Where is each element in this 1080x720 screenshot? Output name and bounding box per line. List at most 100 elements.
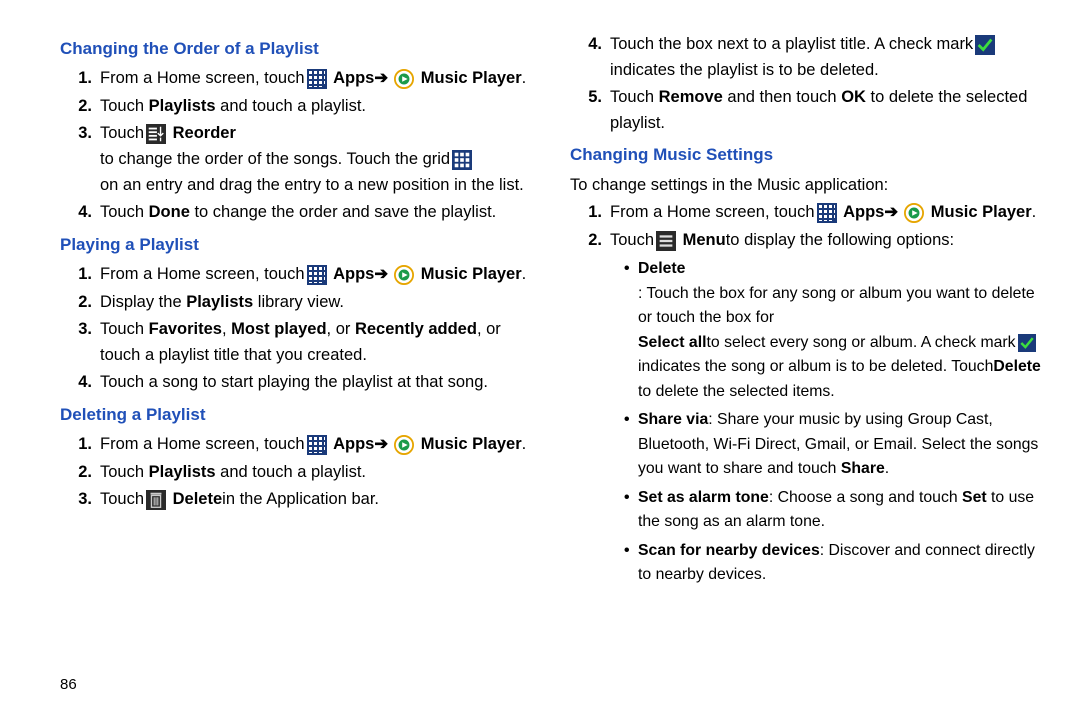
text: Touch bbox=[100, 487, 144, 513]
text: to delete the selected items. bbox=[638, 380, 835, 404]
text: Share via bbox=[638, 411, 708, 428]
apps-label: Apps bbox=[843, 200, 884, 226]
step: 4. Touch Done to change the order and sa… bbox=[60, 200, 540, 226]
text: to select every song or album. A check m… bbox=[707, 331, 1016, 355]
text: to display the following options: bbox=[726, 228, 954, 254]
text: and touch a playlist. bbox=[216, 463, 366, 481]
list-item: Set as alarm tone: Choose a song and tou… bbox=[624, 486, 1050, 535]
step: 2. Touch Playlists and touch a playlist. bbox=[60, 460, 540, 486]
text: Delete bbox=[993, 355, 1040, 379]
steps-settings: 1. From a Home screen, touch Apps ➔ Musi… bbox=[570, 200, 1050, 591]
text: library view. bbox=[253, 293, 344, 311]
text: Favorites bbox=[149, 320, 222, 338]
text: From a Home screen, touch bbox=[100, 262, 305, 288]
text: Touch bbox=[100, 203, 149, 221]
text: and touch a playlist. bbox=[216, 97, 366, 115]
text: Touch bbox=[100, 121, 144, 147]
text: OK bbox=[841, 88, 866, 106]
page-number: 86 bbox=[60, 673, 77, 696]
text: : Touch the box for any song or album yo… bbox=[638, 282, 1050, 331]
text: Touch bbox=[610, 88, 659, 106]
steps-playing: 1. From a Home screen, touch Apps ➔ Musi… bbox=[60, 262, 540, 396]
menu-icon bbox=[656, 231, 676, 251]
apps-label: Apps bbox=[333, 66, 374, 92]
apps-icon bbox=[307, 435, 327, 455]
music-player-icon bbox=[394, 265, 414, 285]
text: Remove bbox=[659, 88, 723, 106]
apps-icon bbox=[307, 265, 327, 285]
heading-settings: Changing Music Settings bbox=[570, 142, 1050, 168]
delete-icon bbox=[146, 490, 166, 510]
heading-deleting: Deleting a Playlist bbox=[60, 402, 540, 428]
text: Delete bbox=[638, 257, 685, 281]
text: Display the bbox=[100, 293, 186, 311]
step: 2. Display the Playlists library view. bbox=[60, 290, 540, 316]
music-player-icon bbox=[904, 203, 924, 223]
reorder-icon bbox=[146, 124, 166, 144]
arrow-icon: ➔ bbox=[374, 66, 392, 92]
step: 2. Touch Menu to display the following o… bbox=[570, 228, 1050, 592]
step: 1. From a Home screen, touch Apps ➔ Musi… bbox=[60, 66, 540, 92]
arrow-icon: ➔ bbox=[884, 200, 902, 226]
arrow-icon: ➔ bbox=[374, 432, 392, 458]
text: Touch bbox=[100, 320, 149, 338]
text: Select all bbox=[638, 331, 707, 355]
text: and then touch bbox=[723, 88, 841, 106]
text: Set bbox=[962, 489, 987, 506]
list-item: Share via: Share your music by using Gro… bbox=[624, 408, 1050, 481]
apps-label: Apps bbox=[333, 432, 374, 458]
step: 3. Touch Favorites, Most played, or Rece… bbox=[60, 317, 540, 368]
music-player-icon bbox=[394, 435, 414, 455]
steps-change-order: 1. From a Home screen, touch Apps ➔ Musi… bbox=[60, 66, 540, 225]
intro-text: To change settings in the Music applicat… bbox=[570, 173, 1050, 199]
grid-icon bbox=[452, 150, 472, 170]
text: : Choose a song and touch bbox=[769, 489, 962, 506]
heading-change-order: Changing the Order of a Playlist bbox=[60, 36, 540, 62]
apps-icon bbox=[817, 203, 837, 223]
list-item: Delete: Touch the box for any song or al… bbox=[624, 257, 1050, 404]
text: on an entry and drag the entry to a new … bbox=[100, 173, 524, 199]
text: Recently added bbox=[355, 320, 477, 338]
text: , or bbox=[327, 320, 355, 338]
music-player-label: Music Player bbox=[421, 262, 522, 288]
music-player-label: Music Player bbox=[421, 432, 522, 458]
step: 4.Touch a song to start playing the play… bbox=[60, 370, 540, 396]
apps-label: Apps bbox=[333, 262, 374, 288]
text: From a Home screen, touch bbox=[610, 200, 815, 226]
text: Playlists bbox=[149, 463, 216, 481]
text: Delete bbox=[173, 487, 223, 513]
step: 2. Touch Playlists and touch a playlist. bbox=[60, 94, 540, 120]
text: Scan for nearby devices bbox=[638, 542, 820, 559]
text: Touch bbox=[100, 97, 149, 115]
text: Playlists bbox=[149, 97, 216, 115]
check-icon bbox=[1018, 334, 1036, 352]
text: From a Home screen, touch bbox=[100, 432, 305, 458]
step: 3. Touch Delete in the Application bar. bbox=[60, 487, 540, 513]
music-player-label: Music Player bbox=[931, 200, 1032, 226]
music-player-label: Music Player bbox=[421, 66, 522, 92]
steps-deleting: 1. From a Home screen, touch Apps ➔ Musi… bbox=[60, 432, 540, 513]
text: Set as alarm tone bbox=[638, 489, 769, 506]
list-item: Scan for nearby devices: Discover and co… bbox=[624, 539, 1050, 588]
text: in the Application bar. bbox=[222, 487, 379, 513]
left-column: Changing the Order of a Playlist 1. From… bbox=[60, 30, 540, 598]
manual-page: Changing the Order of a Playlist 1. From… bbox=[0, 0, 1080, 618]
text: Share bbox=[841, 460, 885, 477]
arrow-icon: ➔ bbox=[374, 262, 392, 288]
text: indicates the song or album is to be del… bbox=[638, 355, 993, 379]
right-column: 4. Touch the box next to a playlist titl… bbox=[570, 30, 1050, 598]
text: From a Home screen, touch bbox=[100, 66, 305, 92]
step: 4. Touch the box next to a playlist titl… bbox=[570, 32, 1050, 83]
step: 1. From a Home screen, touch Apps ➔ Musi… bbox=[570, 200, 1050, 226]
menu-options: Delete: Touch the box for any song or al… bbox=[610, 257, 1050, 587]
text: Touch bbox=[100, 463, 149, 481]
text: Playlists bbox=[186, 293, 253, 311]
heading-playing: Playing a Playlist bbox=[60, 232, 540, 258]
step: 1. From a Home screen, touch Apps ➔ Musi… bbox=[60, 262, 540, 288]
apps-icon bbox=[307, 69, 327, 89]
text: to change the order of the songs. Touch … bbox=[100, 147, 450, 173]
step: 3. Touch Reorder to change the order of … bbox=[60, 121, 540, 198]
text: Done bbox=[149, 203, 190, 221]
text: to change the order and save the playlis… bbox=[190, 203, 496, 221]
text: Reorder bbox=[173, 121, 236, 147]
